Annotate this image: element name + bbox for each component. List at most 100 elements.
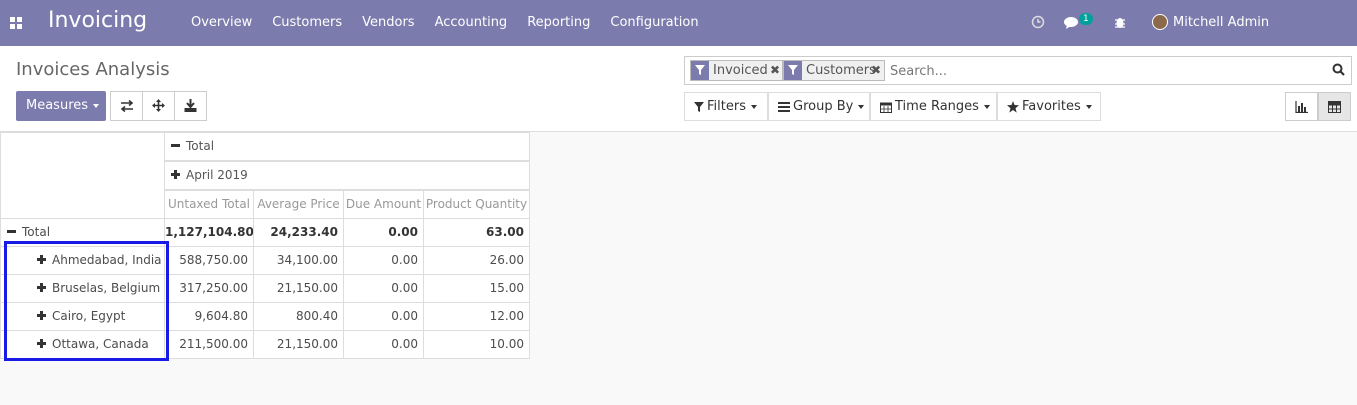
app-title: Invoicing bbox=[48, 8, 148, 33]
filter-icon bbox=[784, 61, 802, 80]
pivot-cell[interactable]: 26.00 bbox=[423, 246, 530, 275]
total-untaxed-cell[interactable]: 1,127,104.80 bbox=[164, 218, 254, 247]
favorites-label: Favorites bbox=[1022, 99, 1081, 114]
menu-customers[interactable]: Customers bbox=[262, 0, 352, 46]
filter-icon bbox=[691, 61, 709, 80]
bug-icon[interactable] bbox=[1114, 15, 1126, 29]
total-avg-price-cell[interactable]: 24,233.40 bbox=[253, 218, 344, 247]
grid-icon[interactable] bbox=[10, 17, 22, 29]
time-ranges-label: Time Ranges bbox=[895, 99, 979, 114]
messages-count-badge: 1 bbox=[1079, 13, 1093, 25]
pivot-cell[interactable]: 21,150.00 bbox=[253, 274, 344, 303]
time-ranges-dropdown[interactable]: Time Ranges bbox=[870, 92, 997, 121]
col-header-april-2019[interactable]: April 2019 bbox=[164, 161, 530, 190]
facet-customers: Customers ✖ bbox=[783, 60, 885, 81]
row-header-cairo[interactable]: Cairo, Egypt bbox=[0, 302, 165, 331]
measure-header[interactable]: Due Amount bbox=[343, 190, 424, 219]
measures-label: Measures bbox=[26, 98, 89, 113]
chevron-down-icon bbox=[1085, 104, 1092, 109]
col-header-group-label: April 2019 bbox=[186, 168, 248, 182]
menu-configuration[interactable]: Configuration bbox=[600, 0, 708, 46]
chevron-down-icon bbox=[750, 104, 757, 109]
star-icon bbox=[1007, 100, 1019, 113]
table-icon bbox=[1328, 100, 1341, 113]
chevron-down-icon bbox=[983, 104, 990, 109]
col-header-total-label: Total bbox=[186, 139, 215, 153]
download-icon bbox=[184, 99, 197, 112]
menu-overview[interactable]: Overview bbox=[181, 0, 262, 46]
remove-facet-icon[interactable]: ✖ bbox=[871, 63, 881, 78]
filters-dropdown[interactable]: Filters bbox=[684, 92, 768, 121]
clock-icon[interactable] bbox=[1031, 15, 1045, 29]
expand-icon bbox=[171, 170, 180, 179]
expand-icon bbox=[37, 283, 46, 292]
row-header-label: Ottawa, Canada bbox=[52, 337, 149, 351]
pivot-corner bbox=[0, 132, 165, 219]
row-header-label: Total bbox=[22, 225, 51, 239]
control-panel: Invoices Analysis Measures Invoiced ✖ Cu… bbox=[0, 46, 1357, 132]
bar-chart-icon bbox=[1295, 100, 1308, 113]
facet-invoiced: Invoiced ✖ bbox=[690, 60, 783, 81]
pivot-cell[interactable]: 317,250.00 bbox=[164, 274, 254, 303]
expand-icon bbox=[37, 255, 46, 264]
row-header-label: Ahmedabad, India bbox=[52, 253, 162, 267]
page-title: Invoices Analysis bbox=[16, 59, 170, 80]
pivot-cell[interactable]: 21,150.00 bbox=[253, 330, 344, 359]
menu-vendors[interactable]: Vendors bbox=[352, 0, 424, 46]
pivot-cell[interactable]: 588,750.00 bbox=[164, 246, 254, 275]
pivot-cell[interactable]: 0.00 bbox=[343, 274, 424, 303]
row-header-label: Bruselas, Belgium bbox=[52, 281, 161, 295]
facet-label: Customers bbox=[806, 63, 876, 78]
pivot-cell[interactable]: 211,500.00 bbox=[164, 330, 254, 359]
pivot-cell[interactable]: 0.00 bbox=[343, 246, 424, 275]
search-icon[interactable] bbox=[1332, 63, 1345, 76]
chevron-down-icon bbox=[858, 104, 865, 109]
pivot-cell[interactable]: 10.00 bbox=[423, 330, 530, 359]
col-header-total[interactable]: Total bbox=[164, 132, 530, 161]
bars-icon bbox=[778, 101, 790, 112]
expand-icon bbox=[37, 311, 46, 320]
download-button[interactable] bbox=[174, 91, 207, 121]
filters-label: Filters bbox=[707, 99, 746, 114]
measure-header[interactable]: Product Quantity bbox=[423, 190, 530, 219]
pivot-cell[interactable]: 0.00 bbox=[343, 330, 424, 359]
calendar-icon bbox=[880, 102, 892, 113]
flip-axis-button[interactable] bbox=[110, 91, 143, 121]
favorites-dropdown[interactable]: Favorites bbox=[997, 92, 1101, 121]
row-header-total[interactable]: Total bbox=[0, 218, 165, 247]
row-header-ahmedabad[interactable]: Ahmedabad, India bbox=[0, 246, 165, 275]
row-header-ottawa[interactable]: Ottawa, Canada bbox=[0, 330, 165, 359]
total-qty-cell[interactable]: 63.00 bbox=[423, 218, 530, 247]
expand-all-button[interactable] bbox=[142, 91, 175, 121]
search-bar: Invoiced ✖ Customers ✖ bbox=[684, 56, 1352, 85]
group-by-label: Group By bbox=[793, 99, 854, 114]
measures-button[interactable]: Measures bbox=[16, 91, 106, 121]
user-avatar[interactable] bbox=[1152, 14, 1168, 30]
pivot-cell[interactable]: 34,100.00 bbox=[253, 246, 344, 275]
graph-view-button[interactable] bbox=[1285, 92, 1318, 121]
search-input[interactable] bbox=[890, 62, 1310, 80]
flip-axis-icon bbox=[120, 99, 133, 112]
pivot-cell[interactable]: 15.00 bbox=[423, 274, 530, 303]
measure-header[interactable]: Average Price bbox=[253, 190, 344, 219]
collapse-icon bbox=[7, 227, 16, 236]
facet-label: Invoiced bbox=[713, 63, 768, 78]
pivot-cell[interactable]: 800.40 bbox=[253, 302, 344, 331]
comments-icon[interactable] bbox=[1064, 16, 1080, 30]
row-header-bruselas[interactable]: Bruselas, Belgium bbox=[0, 274, 165, 303]
menu-accounting[interactable]: Accounting bbox=[425, 0, 518, 46]
pivot-cell[interactable]: 12.00 bbox=[423, 302, 530, 331]
measure-header[interactable]: Untaxed Total bbox=[164, 190, 254, 219]
total-due-cell[interactable]: 0.00 bbox=[343, 218, 424, 247]
filter-icon bbox=[694, 101, 704, 112]
pivot-cell[interactable]: 0.00 bbox=[343, 302, 424, 331]
chevron-down-icon bbox=[93, 103, 100, 108]
pivot-view-button[interactable] bbox=[1318, 92, 1351, 121]
expand-icon bbox=[37, 339, 46, 348]
pivot-cell[interactable]: 9,604.80 bbox=[164, 302, 254, 331]
group-by-dropdown[interactable]: Group By bbox=[768, 92, 870, 121]
top-navbar: Invoicing Overview Customers Vendors Acc… bbox=[0, 0, 1357, 76]
expand-all-icon bbox=[152, 99, 165, 112]
menu-reporting[interactable]: Reporting bbox=[517, 0, 600, 46]
remove-facet-icon[interactable]: ✖ bbox=[770, 63, 780, 78]
